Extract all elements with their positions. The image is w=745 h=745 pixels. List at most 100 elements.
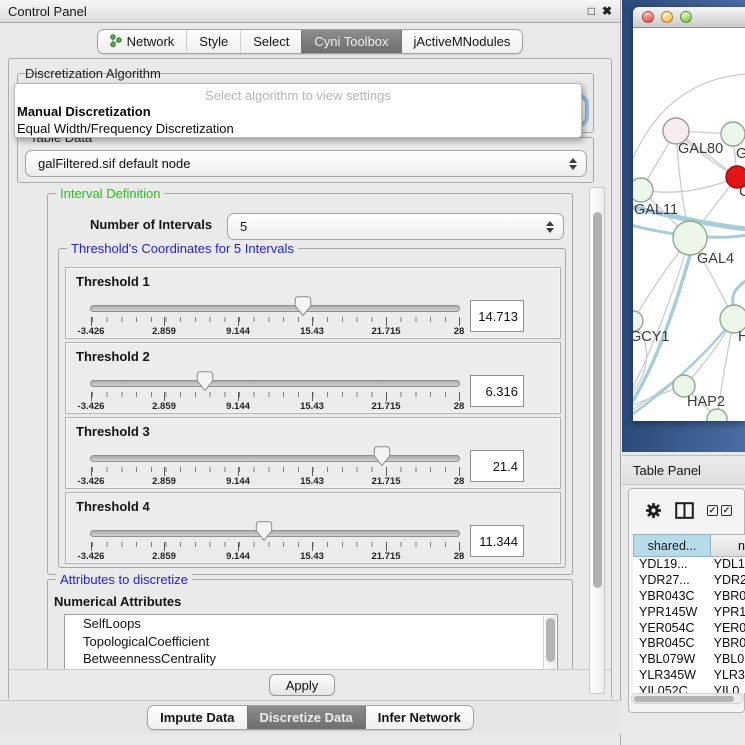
- cell: YPR145W: [633, 605, 708, 621]
- node-table[interactable]: YDL19...YDL1 YDR27...YDR2 YBR043CYBR0 YP…: [633, 557, 745, 693]
- table-row[interactable]: YIL052CYIL0: [633, 684, 745, 693]
- cell: YPR1: [708, 605, 745, 621]
- scale-label: 9.144: [226, 551, 250, 562]
- minimize-traffic-light-icon[interactable]: [661, 11, 673, 23]
- scale-label: 28: [454, 551, 465, 562]
- list-item[interactable]: SelfLoops: [65, 615, 557, 633]
- cell: YIL0: [708, 684, 745, 693]
- tab-discretize-data[interactable]: Discretize Data: [247, 706, 365, 729]
- threshold-4-value-field[interactable]: 11.344: [470, 525, 524, 557]
- table-row[interactable]: YBR045CYBR0: [633, 636, 745, 652]
- numerical-attributes-list[interactable]: SelfLoops TopologicalCoefficient Between…: [64, 614, 558, 669]
- scrollbar-thumb[interactable]: [593, 212, 602, 588]
- tab-style[interactable]: Style: [186, 30, 240, 53]
- table-row[interactable]: YBR043CYBR0: [633, 589, 745, 605]
- threshold-3-value-field[interactable]: 21.4: [470, 450, 524, 482]
- dropdown-option-equal-width[interactable]: Equal Width/Frequency Discretization: [17, 121, 234, 136]
- threshold-3-panel: Threshold 3 -3.426 2.859 9.144 15.43 21.…: [65, 417, 561, 489]
- cell: YLR345W: [633, 668, 708, 684]
- scale-label: 15.43: [300, 401, 324, 412]
- column-header-shared[interactable]: shared...: [633, 534, 711, 557]
- thresholds-group-title: Threshold's Coordinates for 5 Intervals: [67, 241, 298, 256]
- control-panel: Control Panel □ ✖ Network Style: [0, 0, 621, 745]
- tab-network-label: Network: [127, 34, 175, 49]
- network-node[interactable]: [633, 311, 643, 331]
- list-scrollbar[interactable]: [543, 616, 556, 669]
- tab-impute-data[interactable]: Impute Data: [148, 706, 246, 729]
- apply-button[interactable]: Apply: [269, 674, 335, 696]
- top-tabs-group: Network Style Select Cyni Toolbox jActiv…: [97, 29, 524, 54]
- thresholds-group: Threshold's Coordinates for 5 Intervals …: [58, 248, 566, 568]
- cell: YIL052C: [633, 684, 708, 693]
- tab-cyni-toolbox[interactable]: Cyni Toolbox: [301, 30, 400, 53]
- slider-thumb[interactable]: [255, 521, 272, 547]
- network-node[interactable]: [633, 178, 653, 202]
- close-traffic-light-icon[interactable]: [642, 11, 654, 23]
- tab-infer-network-label: Infer Network: [378, 710, 461, 725]
- scale-label: -3.426: [78, 551, 105, 562]
- table-row[interactable]: YBL079WYBL0: [633, 652, 745, 668]
- table-horizontal-scrollbar[interactable]: [631, 693, 744, 704]
- table-row[interactable]: YDR27...YDR2: [633, 573, 745, 589]
- column-header-name[interactable]: name: [711, 534, 745, 557]
- table-data-combobox[interactable]: galFiltered.sif default node: [25, 150, 587, 177]
- table-row[interactable]: YLR345WYLR3: [633, 668, 745, 684]
- table-row[interactable]: YPR145WYPR1: [633, 605, 745, 621]
- tab-discretize-data-label: Discretize Data: [260, 710, 353, 725]
- cell: YER054C: [633, 621, 708, 637]
- threshold-1-slider[interactable]: -3.426 2.859 9.144 15.43 21.715 28: [90, 268, 460, 340]
- tab-infer-network[interactable]: Infer Network: [365, 706, 473, 729]
- list-item[interactable]: BetweennessCentrality: [65, 650, 557, 668]
- application-window: Control Panel □ ✖ Network Style: [0, 0, 745, 745]
- node-label-gal80: GAL80: [678, 141, 723, 157]
- split-columns-icon[interactable]: [675, 502, 694, 519]
- table-row[interactable]: YDL19...YDL1: [633, 557, 745, 573]
- settings-scrollbar[interactable]: [589, 187, 605, 694]
- tab-cyni-toolbox-label: Cyni Toolbox: [314, 34, 388, 49]
- number-of-intervals-spinner[interactable]: 5: [227, 213, 564, 240]
- scale-label: 15.43: [300, 551, 324, 562]
- cell: YBR0: [708, 589, 745, 605]
- checkbox-checked-icon: ✓: [721, 505, 732, 516]
- threshold-2-slider[interactable]: -3.426 2.859 9.144 15.43 21.715 28: [90, 343, 460, 415]
- slider-thumb[interactable]: [196, 371, 213, 397]
- scale-label: 28: [454, 476, 465, 487]
- table-data-combo-value: galFiltered.sif default node: [38, 156, 190, 171]
- float-window-icon[interactable]: □: [588, 4, 595, 18]
- gear-icon[interactable]: [645, 502, 662, 519]
- cell: YDR27...: [633, 573, 708, 589]
- table-row[interactable]: YER054CYER0: [633, 621, 745, 637]
- tab-select[interactable]: Select: [240, 30, 301, 53]
- tab-network[interactable]: Network: [98, 30, 187, 53]
- column-visibility-icons[interactable]: ✓ ✓: [707, 505, 732, 516]
- threshold-4-value: 11.344: [479, 534, 518, 549]
- scale-label: 9.144: [226, 326, 250, 337]
- scale-label: 2.859: [152, 551, 176, 562]
- attributes-group-title: Attributes to discretize: [56, 572, 192, 587]
- network-canvas[interactable]: GAL80 GA GAL11 GAL4 GCY1 H HAP2 C: [633, 28, 745, 421]
- list-item[interactable]: TopologicalCoefficient: [65, 633, 557, 651]
- zoom-traffic-light-icon[interactable]: [680, 11, 692, 23]
- dropdown-option-manual[interactable]: Manual Discretization: [17, 104, 151, 119]
- scale-label: 21.715: [371, 551, 400, 562]
- network-node[interactable]: [673, 221, 707, 255]
- network-node[interactable]: [721, 122, 745, 146]
- scale-label: 9.144: [226, 476, 250, 487]
- column-header-shared-label: shared...: [648, 539, 697, 553]
- node-label-gal11: GAL11: [634, 202, 678, 218]
- threshold-3-slider[interactable]: -3.426 2.859 9.144 15.43 21.715 28: [90, 418, 460, 490]
- tab-jactivemnodules[interactable]: jActiveMNodules: [401, 30, 523, 53]
- scrollbar-thumb[interactable]: [634, 696, 734, 702]
- threshold-2-value-field[interactable]: 6.316: [470, 375, 524, 407]
- threshold-2-panel: Threshold 2 -3.426 2.859 9.144 15.43 21.…: [65, 342, 561, 414]
- close-icon[interactable]: ✖: [602, 4, 612, 18]
- threshold-4-slider[interactable]: -3.426 2.859 9.144 15.43 21.715 28: [90, 493, 460, 565]
- slider-thumb[interactable]: [295, 296, 312, 322]
- table-panel-title: Table Panel: [633, 463, 701, 478]
- cell: YDL1: [708, 557, 745, 573]
- table-panel-header: Table Panel: [622, 455, 745, 485]
- node-label-gal4: GAL4: [697, 251, 734, 267]
- cell: YLR3: [708, 668, 745, 684]
- slider-thumb[interactable]: [374, 446, 391, 472]
- threshold-1-value-field[interactable]: 14.713: [470, 300, 524, 332]
